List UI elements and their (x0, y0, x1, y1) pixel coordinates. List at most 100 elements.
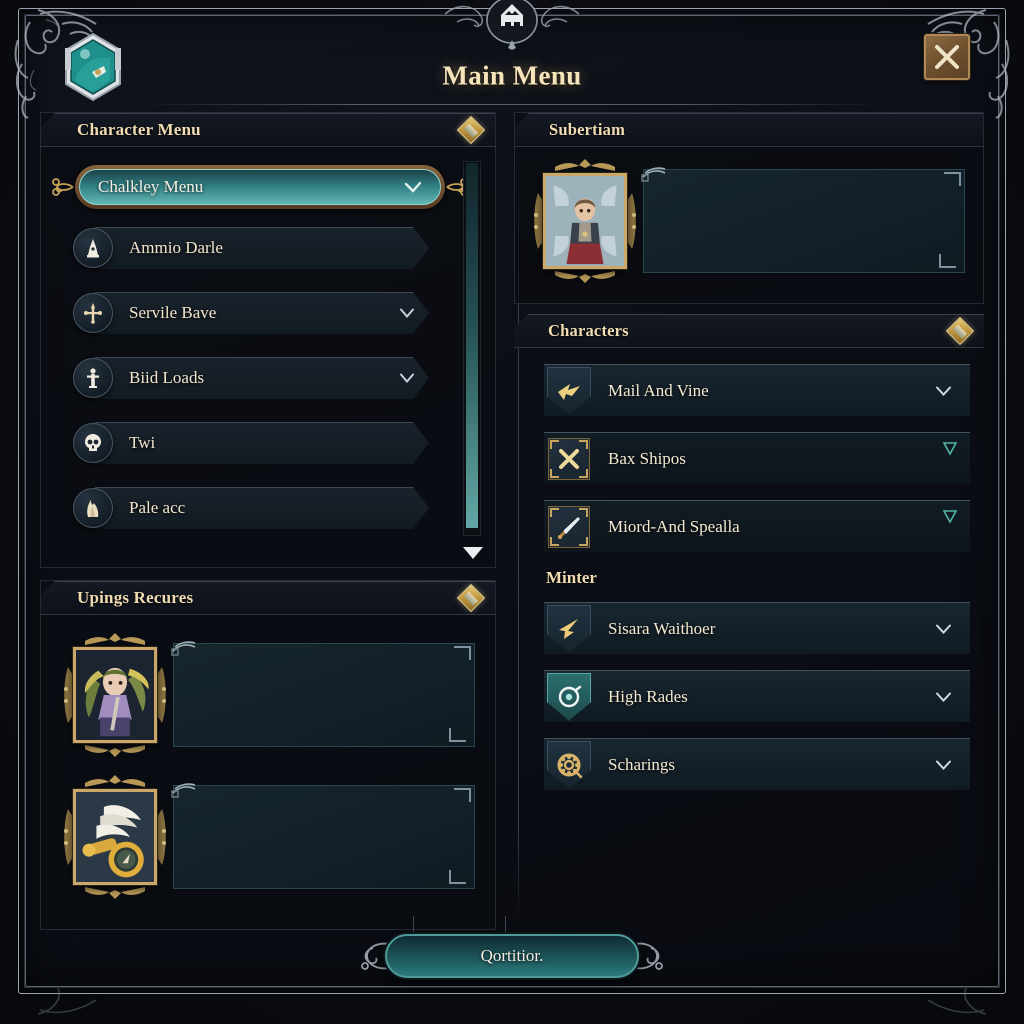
list-item[interactable]: Twi (73, 420, 429, 466)
ornament-icon (157, 809, 166, 865)
corner-ornament-icon (171, 783, 196, 798)
gold-diamond-icon[interactable] (945, 316, 975, 345)
filigree-flourish-icon (52, 178, 74, 196)
subertiam-panel: Subertiam (514, 112, 984, 304)
corner-ornament-icon (641, 167, 666, 182)
gold-bird-shield-icon (546, 366, 592, 415)
panel-title: Upings Recures (77, 587, 194, 607)
corner-ornament-icon (939, 254, 956, 268)
panel-title: Characters (548, 320, 629, 340)
close-icon (935, 45, 959, 69)
page-title: Main Menu (442, 60, 582, 91)
characters-panel: Characters Mail And Vine Bax Shipos Mior… (514, 314, 984, 930)
ornate-cross-icon (73, 293, 113, 333)
selected-entry-label: Chalkley Menu (98, 177, 204, 196)
gear-medallion-icon (546, 740, 592, 789)
target-ring-icon (546, 672, 592, 721)
tag-marker-icon (942, 510, 958, 524)
minter-row[interactable]: Sisara Waithoer (544, 602, 970, 654)
characters-header: Characters (514, 314, 984, 348)
chevron-down-icon (936, 760, 951, 770)
upings-recures-header: Upings Recures (41, 581, 495, 615)
characters-body: Mail And Vine Bax Shipos Miord-And Speal… (514, 348, 984, 810)
list-item[interactable]: Biid Loads (73, 355, 429, 401)
character-label: Mail And Vine (608, 380, 709, 400)
ornament-icon (85, 775, 145, 787)
dagger-icon (546, 504, 592, 550)
portrait-frame (63, 775, 167, 899)
ornament-icon (85, 745, 145, 757)
scrollbar-thumb[interactable] (466, 163, 478, 528)
panels-container: Character Menu Chalkley Menu Ammio Darle… (40, 112, 984, 930)
subertiam-body (515, 147, 983, 295)
ornament-icon (555, 271, 615, 283)
selected-entry-row: Chalkley Menu (52, 165, 468, 209)
left-column: Character Menu Chalkley Menu Ammio Darle… (40, 112, 496, 930)
selected-entry-chalkley-menu[interactable]: Chalkley Menu (79, 169, 441, 205)
confirm-button-wrap: Qortitior. (361, 916, 663, 978)
corner-ornament-icon (171, 641, 196, 656)
recure-description-plaque[interactable] (171, 783, 475, 889)
corner-ornament-icon (454, 788, 471, 802)
minter-label: High Rades (608, 686, 688, 706)
character-label: Bax Shipos (608, 448, 686, 468)
gold-arrow-shield-icon (546, 604, 592, 653)
bell-tower-icon (73, 228, 113, 268)
subertiam-description-plaque[interactable] (641, 167, 965, 273)
subertiam-header: Subertiam (515, 113, 983, 147)
character-row[interactable]: Mail And Vine (544, 364, 970, 416)
corner-ornament-icon (449, 870, 466, 884)
minter-label: Sisara Waithoer (608, 618, 716, 638)
ornament-icon (85, 633, 145, 645)
triangle-down-icon[interactable] (462, 546, 484, 560)
flame-claw-icon (73, 488, 113, 528)
tag-marker-icon (942, 442, 958, 456)
list-item-label: Twi (129, 433, 156, 452)
list-item-label: Biid Loads (129, 368, 205, 387)
title-bar: Main Menu (40, 26, 984, 112)
upings-recures-body (41, 615, 495, 929)
character-menu-body: Chalkley Menu Ammio Darle Servile Bave B… (41, 147, 495, 566)
ornament-icon (85, 887, 145, 899)
gold-diamond-icon[interactable] (456, 583, 486, 612)
character-row[interactable]: Miord-And Spealla (544, 500, 970, 552)
chevron-down-icon (936, 386, 951, 396)
list-item-label: Servile Bave (129, 303, 217, 322)
upings-recures-panel: Upings Recures (40, 580, 496, 930)
ornament-icon (157, 667, 166, 723)
list-item[interactable]: Pale acc (73, 485, 429, 531)
panel-title: Character Menu (77, 119, 201, 139)
character-menu-panel: Character Menu Chalkley Menu Ammio Darle… (40, 112, 496, 568)
recure-description-plaque[interactable] (171, 641, 475, 747)
close-button[interactable] (924, 34, 970, 80)
portrait-frame (533, 159, 637, 283)
confirm-button[interactable]: Qortitior. (385, 934, 639, 978)
skull-icon (73, 423, 113, 463)
minter-subsection-header: Minter (546, 568, 597, 587)
list-item[interactable]: Ammio Darle (73, 225, 429, 271)
statue-figure-icon (73, 358, 113, 398)
corner-ornament-icon (454, 646, 471, 660)
list-item-label: Ammio Darle (129, 238, 223, 257)
confirm-button-label: Qortitior. (480, 946, 544, 965)
game-menu-screen: Main Menu Character Menu Chalkley Menu A… (0, 0, 1024, 1024)
character-menu-header: Character Menu (41, 113, 495, 147)
chevron-down-icon (936, 692, 951, 702)
subertiam-card (533, 159, 965, 283)
list-item[interactable]: Servile Bave (73, 290, 429, 336)
minter-row[interactable]: High Rades (544, 670, 970, 722)
minter-row[interactable]: Scharings (544, 738, 970, 790)
character-row[interactable]: Bax Shipos (544, 432, 970, 484)
red-skirt-character-portrait[interactable] (543, 173, 627, 269)
list-scrollbar[interactable] (463, 161, 481, 536)
ornament-icon (555, 159, 615, 171)
corner-ornament-icon (449, 728, 466, 742)
gold-diamond-icon[interactable] (456, 115, 486, 144)
minter-label: Scharings (608, 754, 676, 774)
green-haired-girl-portrait[interactable] (73, 647, 157, 743)
chevron-down-icon (936, 624, 951, 634)
character-label: Miord-And Spealla (608, 516, 740, 536)
winged-gold-compass-icon[interactable] (73, 789, 157, 885)
crossed-swords-icon (546, 436, 592, 482)
panel-title: Subertiam (549, 119, 626, 139)
